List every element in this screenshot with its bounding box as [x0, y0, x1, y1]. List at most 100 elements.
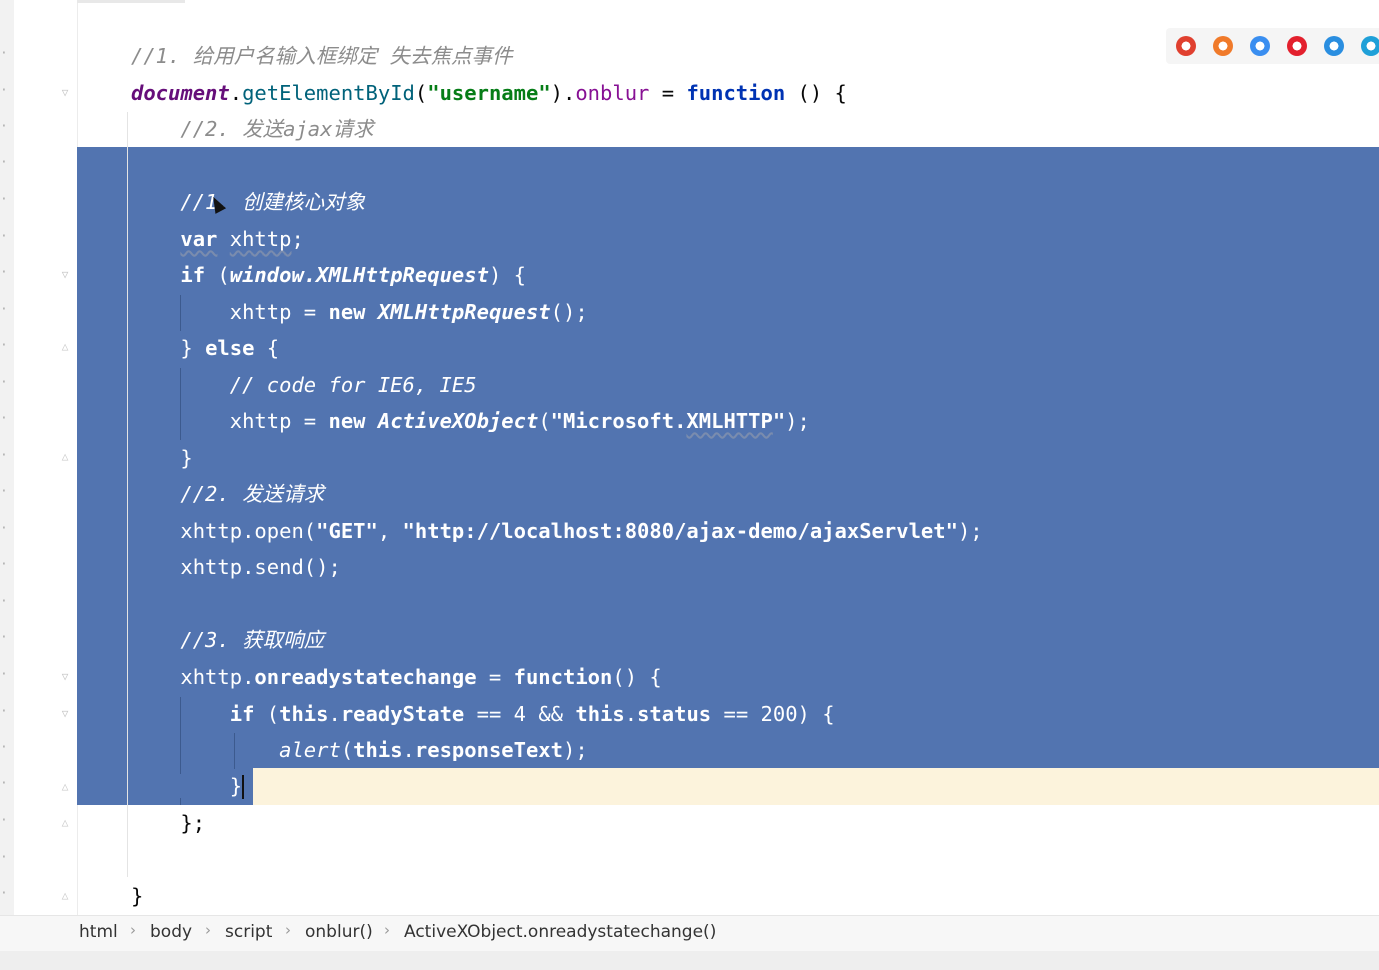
fold-toggle-icon[interactable]: △ — [58, 816, 72, 830]
code-line[interactable]: //3. 获取响应 — [131, 622, 324, 658]
line-number-fragment: · — [0, 229, 8, 244]
fold-toggle-icon[interactable]: △ — [58, 340, 72, 354]
code-token: ActiveXObject — [377, 409, 539, 433]
code-token: onblur — [575, 81, 650, 105]
code-token: ( — [340, 738, 354, 762]
code-line[interactable]: //1. 给用户名输入框绑定 失去焦点事件 — [131, 38, 513, 74]
chrome-icon[interactable] — [1176, 36, 1196, 56]
code-token: this — [575, 702, 625, 726]
firefox-icon[interactable] — [1213, 36, 1233, 56]
code-token: XMLHTTP — [686, 409, 773, 433]
code-token: () { — [785, 81, 847, 105]
code-token: if — [180, 263, 206, 287]
code-line[interactable]: xhttp = new ActiveXObject("Microsoft.XML… — [131, 403, 810, 439]
breadcrumb-item[interactable]: onblur() — [305, 922, 373, 942]
breadcrumb-item[interactable]: ActiveXObject.onreadystatechange() — [404, 922, 716, 942]
code-line[interactable]: if (this.readyState == 4 && this.status … — [131, 696, 835, 732]
line-number-fragment: · — [0, 338, 8, 353]
code-token: ); — [563, 738, 588, 762]
edge-icon[interactable] — [1361, 36, 1379, 56]
indent-guide — [127, 112, 128, 877]
safari-icon[interactable] — [1250, 36, 1270, 56]
line-number-fragment: · — [0, 704, 8, 719]
code-token: 发送 — [242, 117, 284, 141]
fold-toggle-icon[interactable]: ▽ — [58, 268, 72, 282]
code-token: ). — [550, 81, 576, 105]
text-caret — [242, 775, 245, 799]
line-number-fragment: · — [0, 484, 8, 499]
code-token: xhttp = — [131, 409, 329, 433]
chevron-right-icon: › — [205, 921, 211, 939]
code-token: = — [649, 81, 687, 105]
status-bar — [0, 951, 1379, 970]
code-editor[interactable]: //1. 给用户名输入框绑定 失去焦点事件 document.getElement… — [77, 0, 1379, 915]
code-token: new — [328, 409, 366, 433]
code-token: 创建核心对象 — [242, 190, 366, 214]
line-number-fragment: · — [0, 594, 8, 609]
code-line[interactable]: xhttp.open("GET", "http://localhost:8080… — [131, 513, 982, 549]
code-token: function — [513, 665, 613, 689]
code-token: function — [686, 81, 786, 105]
code-line[interactable]: //1. 创建核心对象 — [131, 184, 365, 220]
browser-preview-bar — [1166, 28, 1379, 64]
code-token: window.XMLHttpRequest — [229, 263, 489, 287]
fold-toggle-icon[interactable]: △ — [58, 889, 72, 903]
code-token: xhttp.open( — [131, 519, 317, 543]
code-line[interactable]: // code for IE6, IE5 — [131, 367, 477, 403]
code-token: else — [205, 336, 255, 360]
code-token: "GET" — [316, 519, 378, 543]
line-number-fragment: · — [0, 265, 8, 280]
fold-toggle-icon[interactable]: △ — [58, 780, 72, 794]
line-number-fragment: · — [0, 740, 8, 755]
fold-toggle-icon[interactable]: ▽ — [58, 707, 72, 721]
line-number-fragment: · — [0, 83, 8, 98]
code-line[interactable]: if (window.XMLHttpRequest) { — [131, 257, 526, 293]
code-line[interactable]: xhttp.onreadystatechange = function() { — [131, 659, 661, 695]
breadcrumb-item[interactable]: body — [150, 922, 192, 942]
code-token: //3. — [131, 628, 243, 652]
code-token: ajax — [283, 117, 333, 141]
code-token: if — [229, 702, 255, 726]
breadcrumb-item[interactable]: html — [79, 922, 118, 942]
code-line[interactable]: } — [131, 768, 245, 804]
fold-toggle-icon[interactable]: ▽ — [58, 670, 72, 684]
code-token: } — [131, 336, 206, 360]
code-token: ( — [205, 263, 230, 287]
code-line[interactable]: var xhttp; — [131, 221, 303, 257]
code-line[interactable]: } — [131, 440, 192, 476]
code-line[interactable]: } — [131, 878, 143, 914]
code-token: } — [131, 884, 144, 908]
code-line[interactable]: document.getElementById("username").onbl… — [131, 75, 847, 111]
fold-toggle-icon[interactable]: △ — [58, 450, 72, 464]
code-token: onreadystatechange — [254, 665, 477, 689]
code-token: this — [279, 702, 329, 726]
code-line[interactable]: xhttp.send(); — [131, 549, 340, 585]
code-token: . — [328, 702, 341, 726]
code-token: //2. — [131, 482, 243, 506]
opera-icon[interactable] — [1287, 36, 1307, 56]
line-number-fragment: · — [0, 813, 8, 828]
ie-icon[interactable] — [1324, 36, 1344, 56]
fold-toggle-icon[interactable]: ▽ — [58, 86, 72, 100]
code-line[interactable]: alert(this.responseText); — [131, 732, 588, 768]
code-line[interactable]: }; — [131, 805, 205, 841]
code-line[interactable]: //2. 发送ajax请求 — [131, 111, 373, 147]
current-line-highlight — [253, 768, 1379, 805]
code-token: xhttp = — [131, 300, 329, 324]
breadcrumb: html › body › script › onblur() › ActiveXObject.… — [0, 915, 1379, 951]
code-token: ( — [254, 702, 280, 726]
code-line[interactable]: xhttp = new XMLHttpRequest(); — [131, 294, 588, 330]
line-number-fragment: · — [0, 850, 8, 865]
line-number-fragment: · — [0, 557, 8, 572]
code-line[interactable]: //2. 发送请求 — [131, 476, 324, 512]
chevron-right-icon: › — [384, 921, 390, 939]
line-number-fragment: · — [0, 630, 8, 645]
breadcrumb-item[interactable]: script — [225, 922, 272, 942]
code-token: , — [377, 519, 403, 543]
code-token: document — [131, 81, 230, 105]
line-number-fragment: · — [0, 886, 8, 901]
code-line[interactable]: } else { — [131, 330, 279, 366]
